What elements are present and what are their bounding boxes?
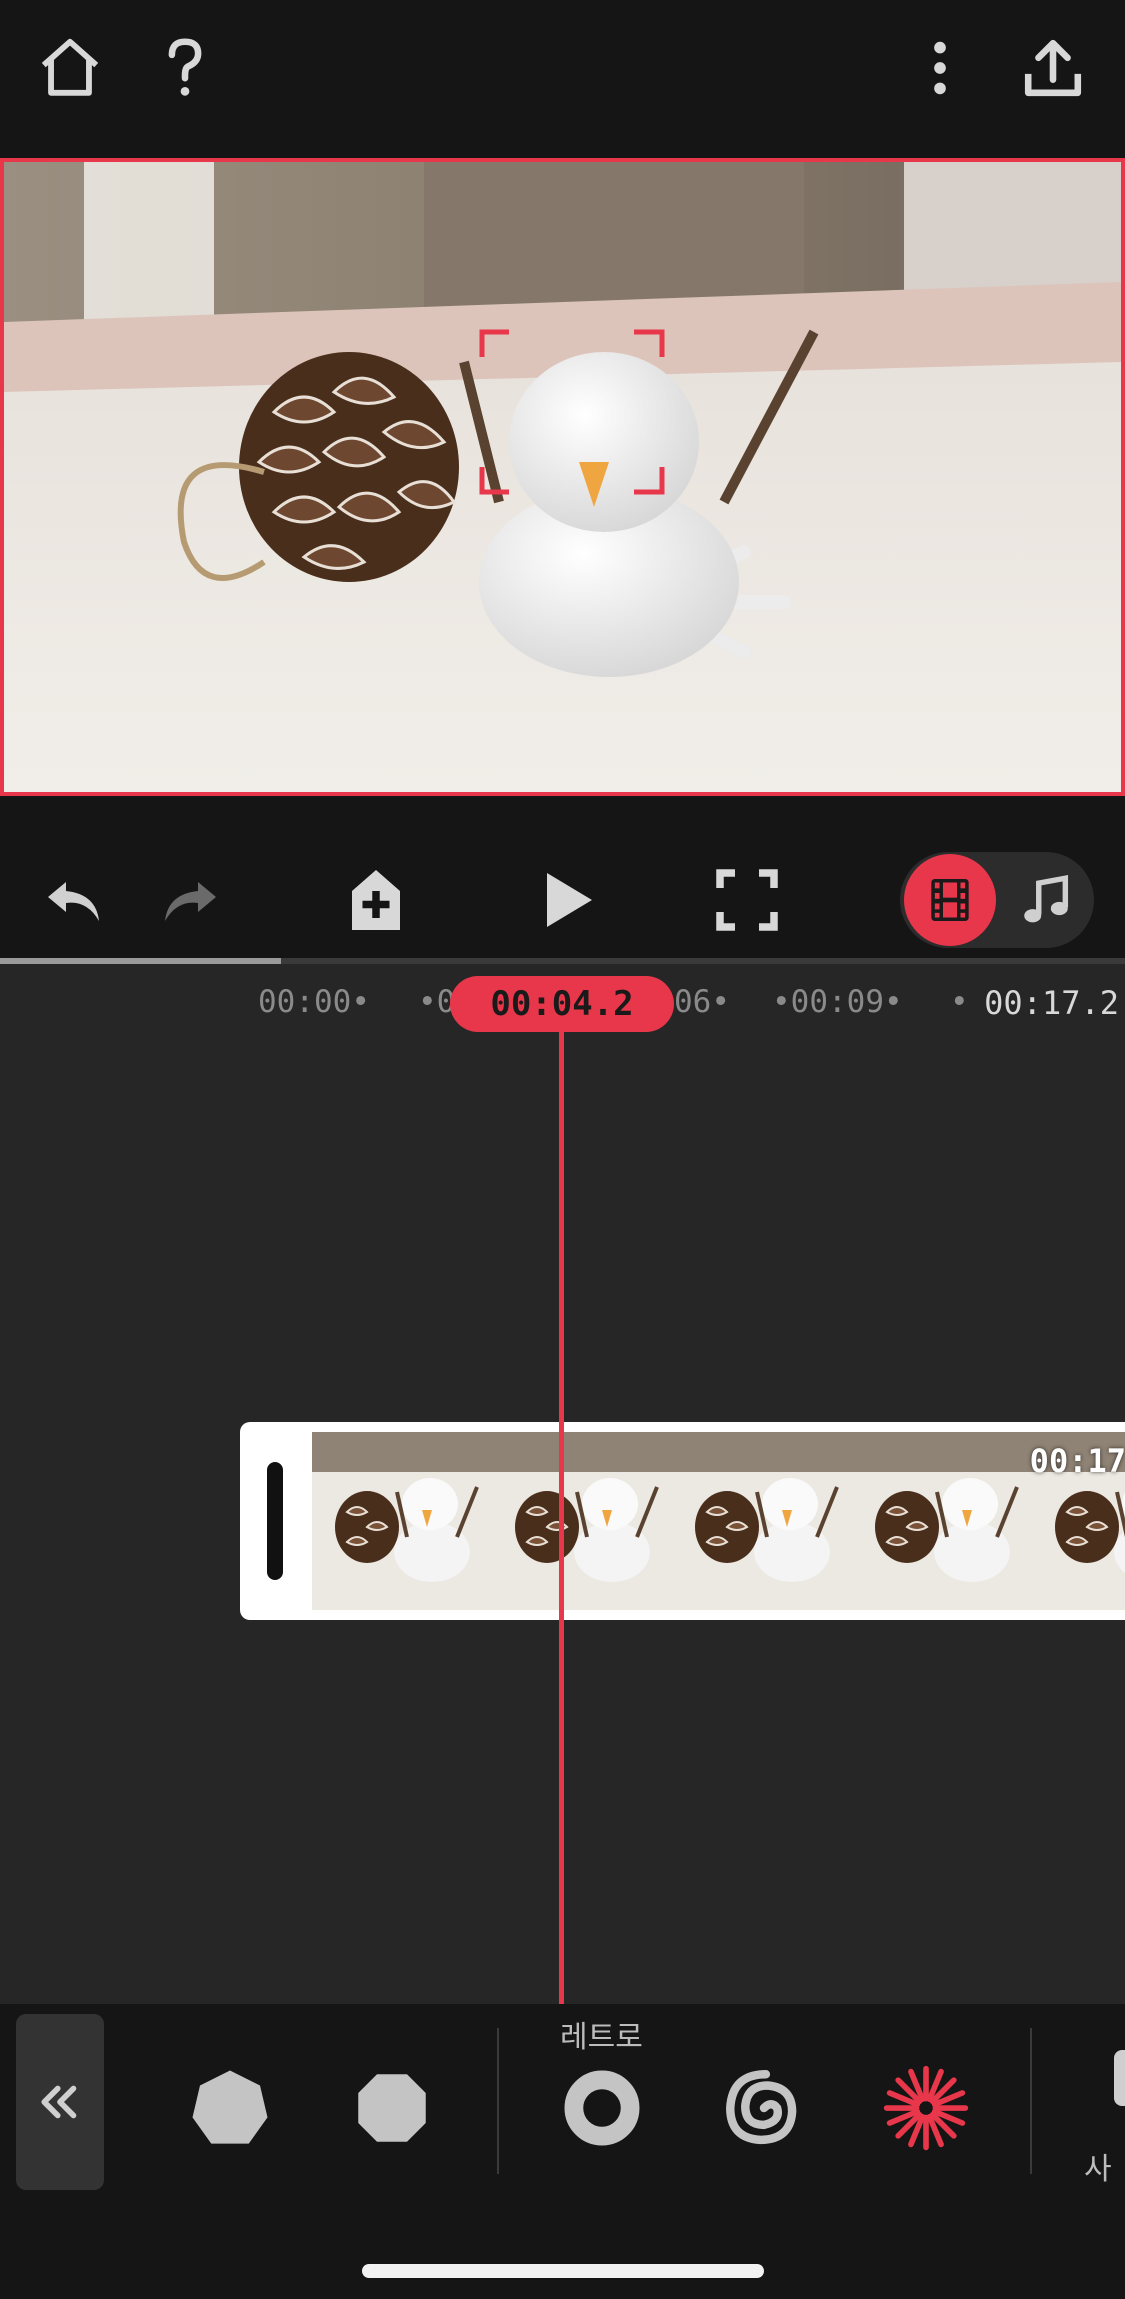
clip-trim-handle[interactable] bbox=[267, 1462, 283, 1580]
ruler-tick: 00:00• bbox=[258, 984, 370, 1020]
top-toolbar bbox=[0, 0, 1125, 160]
home-icon[interactable] bbox=[20, 18, 120, 118]
double-chevron-left-icon[interactable] bbox=[16, 2014, 104, 2190]
video-preview[interactable] bbox=[0, 158, 1125, 796]
spiral-icon[interactable] bbox=[716, 2060, 812, 2156]
ruler-tick: •00:09• bbox=[772, 984, 903, 1020]
more-vertical-icon[interactable] bbox=[890, 18, 990, 118]
playhead-time[interactable]: 00:04.2 bbox=[450, 976, 674, 1032]
redo-icon[interactable] bbox=[142, 850, 242, 950]
effect-group-label: 레트로 bbox=[560, 2020, 643, 2055]
clip-thumbnails bbox=[312, 1432, 1125, 1610]
play-icon[interactable] bbox=[515, 850, 615, 950]
mode-toggle[interactable] bbox=[900, 852, 1094, 948]
heptagon-icon[interactable] bbox=[182, 2060, 278, 2156]
octagon-icon[interactable] bbox=[344, 2060, 440, 2156]
clip-duration: 00:17 bbox=[1029, 1442, 1125, 1480]
effects-bar: 레트로 사 bbox=[0, 2004, 1125, 2299]
ruler-tick: 06• bbox=[674, 984, 730, 1020]
clip-thumbnail bbox=[852, 1432, 1032, 1610]
divider bbox=[497, 2028, 499, 2174]
help-icon[interactable] bbox=[135, 18, 235, 118]
clip-thumbnail bbox=[312, 1432, 492, 1610]
undo-icon[interactable] bbox=[22, 850, 122, 950]
film-icon[interactable] bbox=[904, 854, 996, 946]
ruler-tick: • bbox=[950, 984, 969, 1020]
starburst-icon[interactable] bbox=[878, 2060, 974, 2156]
preview-frame-image bbox=[4, 162, 1121, 792]
transport-controls bbox=[0, 830, 1125, 970]
clip-thumbnail bbox=[492, 1432, 672, 1610]
next-group-label: 사 bbox=[1084, 2152, 1112, 2187]
next-group-icon[interactable] bbox=[1114, 2050, 1125, 2106]
divider bbox=[1030, 2028, 1032, 2174]
timeline[interactable]: 00:00• •0 06• •00:09• • 00:17.2 00:04.2 … bbox=[0, 964, 1125, 2004]
fullscreen-icon[interactable] bbox=[697, 850, 797, 950]
music-note-icon[interactable] bbox=[1000, 854, 1092, 946]
home-indicator[interactable] bbox=[362, 2264, 764, 2278]
share-upload-icon[interactable] bbox=[1003, 18, 1103, 118]
end-time: 00:17.2 bbox=[984, 984, 1119, 1022]
add-keyframe-icon[interactable] bbox=[326, 850, 426, 950]
playhead[interactable] bbox=[559, 1004, 564, 2004]
clip-thumbnail bbox=[672, 1432, 852, 1610]
video-clip[interactable]: 00:17 bbox=[240, 1422, 1125, 1620]
ring-icon[interactable] bbox=[554, 2060, 650, 2156]
